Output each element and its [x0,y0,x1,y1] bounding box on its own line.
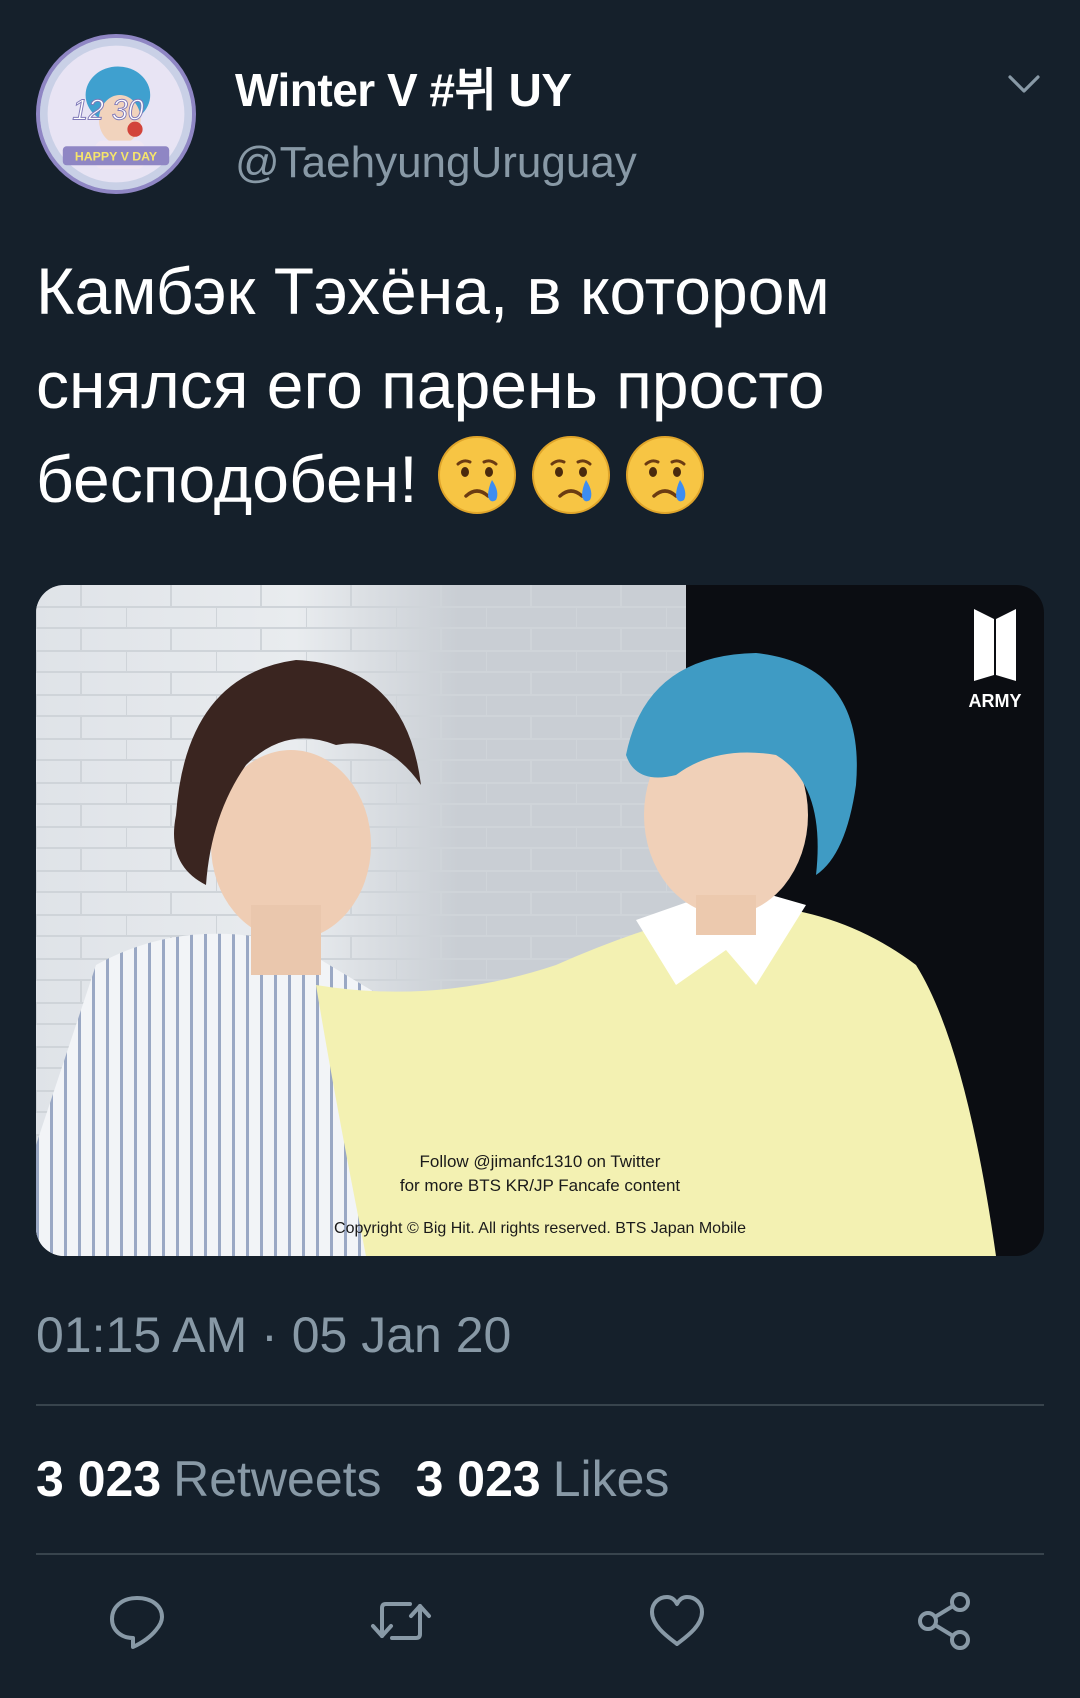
media-photo: ARMY Follow @jimanfc1310 on Twitter for … [36,585,1044,1256]
tweet-timestamp[interactable]: 01:15 AM · 05 Jan 20 [36,1306,511,1364]
avatar-banner-text: HAPPY V DAY [75,150,158,164]
share-icon[interactable] [914,1590,976,1652]
avatar-image: 12 30 HAPPY V DAY [40,38,192,190]
media-copyright: Copyright © Big Hit. All rights reserved… [334,1220,746,1237]
retweets-count: 3 023 [36,1451,162,1507]
crying-face-icon [624,434,706,516]
tweet-media-image[interactable]: ARMY Follow @jimanfc1310 on Twitter for … [36,585,1044,1256]
tweet-stats: 3 023 Retweets 3 023 Likes [36,1450,703,1508]
action-bar [36,1590,1044,1650]
tweet-text: Камбэк Тэхёна, в котором снялся его паре… [36,244,1046,526]
like-icon[interactable] [646,1590,708,1652]
crying-face-icon [436,434,518,516]
user-handle[interactable]: @TaehyungUruguay [235,138,637,188]
reply-icon[interactable] [106,1590,168,1652]
media-caption-line2: for more BTS KR/JP Fancafe content [400,1176,681,1195]
retweet-icon[interactable] [370,1590,432,1652]
army-logo-text: ARMY [969,691,1022,711]
display-name[interactable]: Winter V #뷔 UY [235,54,572,120]
chevron-down-icon[interactable] [1004,64,1044,104]
media-caption-line1: Follow @jimanfc1310 on Twitter [420,1152,661,1171]
likes-label: Likes [552,1451,670,1507]
avatar-number-text: 12 30 [72,95,143,127]
retweets-label: Retweets [173,1451,382,1507]
crying-face-icon [530,434,612,516]
tweet-header: 12 30 HAPPY V DAY Winter V #뷔 UY @Taehyu… [36,34,1044,202]
divider [36,1553,1044,1555]
divider [36,1404,1044,1406]
avatar[interactable]: 12 30 HAPPY V DAY [36,34,196,194]
retweets-stat[interactable]: 3 023 Retweets [36,1451,416,1507]
likes-count: 3 023 [415,1451,541,1507]
likes-stat[interactable]: 3 023 Likes [416,1451,704,1507]
